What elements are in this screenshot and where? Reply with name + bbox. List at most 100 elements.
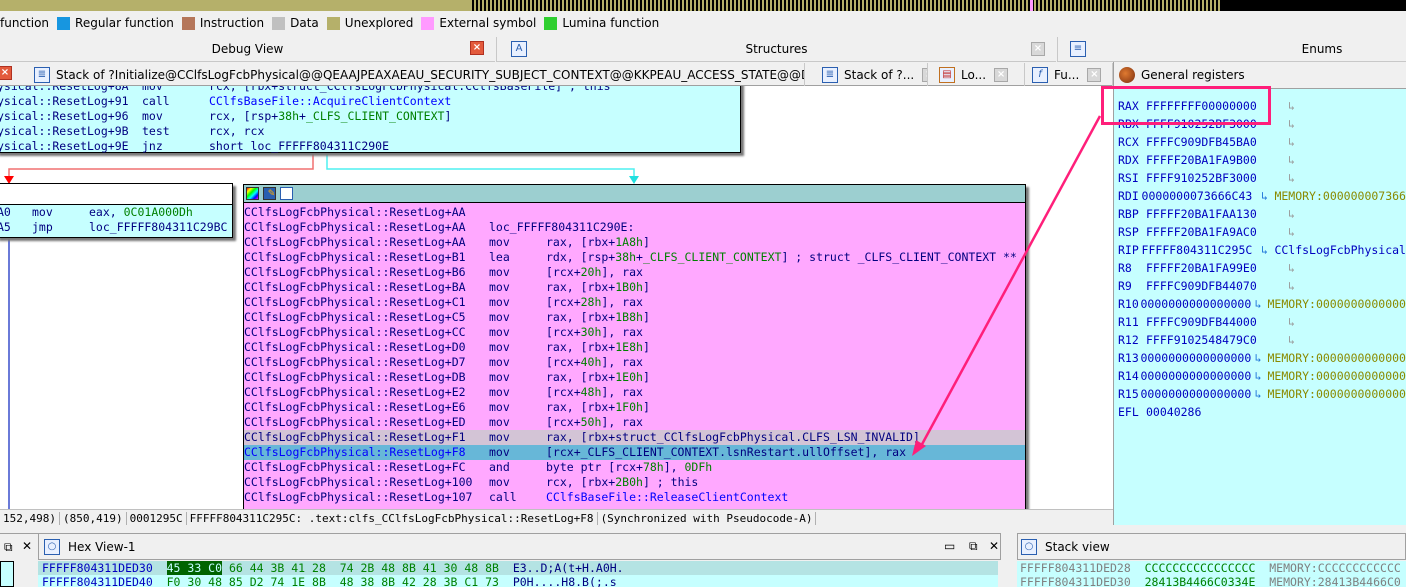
code-line[interactable]: CClfsLogFcbPhysical::ResetLog+CC mov [rcx+… xyxy=(244,325,1025,340)
register-value[interactable]: 0000000073666C43 xyxy=(1142,187,1261,205)
register-row[interactable]: RDX FFFFF20BA1FA9B00 ↳ xyxy=(1114,151,1406,169)
register-value[interactable]: FFFF9102548479C0 xyxy=(1146,331,1288,349)
register-value[interactable]: FFFFC909DFB45BA0 xyxy=(1146,133,1288,151)
restore-icon[interactable]: ⧉ xyxy=(969,539,978,554)
close-icon[interactable]: ✕ xyxy=(989,539,999,553)
register-row[interactable]: R13 0000000000000000 ↳ MEMORY:0000000000000 xyxy=(1114,349,1406,367)
code-block-acquire-context[interactable]: ysical::ResetLog+8A mov rcx, [rbx+struct_C… xyxy=(0,86,741,153)
close-tab-icon[interactable]: × xyxy=(1087,67,1102,82)
close-structures-icon[interactable]: × xyxy=(1031,42,1045,56)
code-line[interactable]: ysical::ResetLog+91 call CClfsBaseFile::Ac… xyxy=(0,94,740,109)
register-value[interactable]: FFFFF804311C295C xyxy=(1142,241,1261,259)
code-line[interactable]: ysical::ResetLog+8A mov rcx, [rbx+struct_C… xyxy=(0,86,740,94)
register-value[interactable]: 0000000000000000 xyxy=(1141,295,1255,313)
register-jump-arrow-icon[interactable]: ↳ xyxy=(1288,331,1304,349)
code-line[interactable]: CClfsLogFcbPhysical::ResetLog+E2 mov [rcx+… xyxy=(244,385,1025,400)
register-value[interactable]: 0000000000000000 xyxy=(1141,367,1255,385)
code-line[interactable]: CClfsLogFcbPhysical::ResetLog+DB mov rax, … xyxy=(244,370,1025,385)
register-row[interactable]: EFL 00040286 xyxy=(1114,403,1406,421)
restore-icon[interactable]: ⧉ xyxy=(4,540,13,555)
tab-locals[interactable]: ▤ Lo... × xyxy=(935,63,1025,86)
code-line[interactable]: CClfsLogFcbPhysical::ResetLog+B1 lea rdx, … xyxy=(244,250,1025,265)
register-row[interactable]: RSI FFFF910252BF3000 ↳ xyxy=(1114,169,1406,187)
register-jump-arrow-icon[interactable]: ↳ xyxy=(1288,115,1304,133)
register-value[interactable]: FFFFF20BA1FAA130 xyxy=(1146,205,1288,223)
code-line[interactable]: CClfsLogFcbPhysical::ResetLog+C1 mov [rcx+… xyxy=(244,295,1025,310)
register-value[interactable]: 0000000000000000 xyxy=(1141,349,1255,367)
register-value[interactable]: FFFFF20BA1FA9B00 xyxy=(1146,151,1288,169)
code-line[interactable]: A0 mov eax, 0C01A000Dh xyxy=(0,205,232,220)
register-jump-arrow-icon[interactable]: ↳ xyxy=(1255,295,1268,313)
register-row[interactable]: R14 0000000000000000 ↳ MEMORY:0000000000000 xyxy=(1114,367,1406,385)
maximize-icon[interactable]: ▭ xyxy=(944,539,955,553)
close-debug-view-icon[interactable]: × xyxy=(470,41,484,55)
close-tab-icon[interactable]: × xyxy=(994,67,1009,82)
register-jump-arrow-icon[interactable]: ↳ xyxy=(1288,259,1304,277)
register-value[interactable]: FFFFC909DFB44070 xyxy=(1146,277,1288,295)
register-jump-arrow-icon[interactable]: ↳ xyxy=(1288,133,1304,151)
stack-row[interactable]: FFFFF804311DED28 CCCCCCCCCCCCCCCC MEMORY… xyxy=(1017,561,1406,575)
code-line[interactable]: CClfsLogFcbPhysical::ResetLog+AA loc_FFFF… xyxy=(244,220,1025,235)
close-tab-icon[interactable]: × xyxy=(922,67,927,82)
register-value[interactable]: 0000000000000000 xyxy=(1141,385,1255,403)
hex-view-titlebar[interactable]: ○ Hex View-1 ▭ ⧉ ✕ xyxy=(38,533,1001,560)
hex-row[interactable]: FFFFF804311DED30 45 33 C0 66 44 3B 41 28… xyxy=(38,561,998,575)
general-registers-panel[interactable]: RAX FFFFFFFF00000000 ↳ RBX FFFF910252BF3000 ↳… xyxy=(1113,88,1406,525)
tab-stack-of[interactable]: ≣ Stack of ?... × xyxy=(818,63,928,86)
tab-structures[interactable]: A Structures × xyxy=(496,37,1056,62)
stack-view-content[interactable]: FFFFF804311DED28 CCCCCCCCCCCCCCCC MEMORY… xyxy=(1017,561,1406,587)
register-row[interactable]: R12 FFFF9102548479C0 ↳ xyxy=(1114,331,1406,349)
register-jump-arrow-icon[interactable]: ↳ xyxy=(1288,313,1304,331)
code-line[interactable]: CClfsLogFcbPhysical::ResetLog+D0 mov rax, … xyxy=(244,340,1025,355)
code-line[interactable]: CClfsLogFcbPhysical::ResetLog+AA xyxy=(244,205,1025,220)
code-line[interactable]: CClfsLogFcbPhysical::ResetLog+100 mov rcx,… xyxy=(244,475,1025,490)
register-value[interactable]: FFFFF20BA1FA99E0 xyxy=(1146,259,1288,277)
code-line[interactable]: ysical::ResetLog+9B test rcx, rcx xyxy=(0,124,740,139)
code-line[interactable]: CClfsLogFcbPhysical::ResetLog+F1 mov rax, … xyxy=(244,430,1025,445)
code-line[interactable]: CClfsLogFcbPhysical::ResetLog+C5 mov rax, … xyxy=(244,310,1025,325)
tab-enums[interactable]: ≡ Enums xyxy=(1057,37,1406,62)
code-line[interactable]: CClfsLogFcbPhysical::ResetLog+BA mov rax, … xyxy=(244,280,1025,295)
register-jump-arrow-icon[interactable]: ↳ xyxy=(1255,367,1268,385)
register-row[interactable]: RBP FFFFF20BA1FAA130 ↳ xyxy=(1114,205,1406,223)
disassembly-graph-view[interactable]: ysical::ResetLog+8A mov rcx, [rbx+struct_C… xyxy=(0,86,1113,510)
register-jump-arrow-icon[interactable]: ↳ xyxy=(1288,223,1304,241)
code-line[interactable]: CClfsLogFcbPhysical::ResetLog+107 call CCl… xyxy=(244,490,1025,505)
register-value[interactable]: FFFFC909DFB44000 xyxy=(1146,313,1288,331)
register-row[interactable]: R11 FFFFC909DFB44000 ↳ xyxy=(1114,313,1406,331)
code-line[interactable]: ysical::ResetLog+9E jnz short loc_FFFFF804… xyxy=(0,139,740,154)
edit-pencil-icon[interactable]: ✎ xyxy=(263,186,276,200)
graph-overview-icon[interactable] xyxy=(280,187,293,200)
register-value[interactable]: FFFFF20BA1FA9AC0 xyxy=(1146,223,1288,241)
register-row[interactable]: RSP FFFFF20BA1FA9AC0 ↳ xyxy=(1114,223,1406,241)
register-jump-arrow-icon[interactable]: ↳ xyxy=(1288,205,1304,223)
register-value[interactable]: 00040286 xyxy=(1146,403,1288,421)
register-jump-arrow-icon[interactable]: ↳ xyxy=(1261,241,1274,259)
hex-view-scrollbar[interactable] xyxy=(998,561,1014,587)
code-line[interactable]: CClfsLogFcbPhysical::ResetLog+ED mov [rcx+… xyxy=(244,415,1025,430)
register-value[interactable]: FFFF910252BF3000 xyxy=(1146,169,1288,187)
color-palette-icon[interactable] xyxy=(246,187,259,200)
register-row[interactable]: R8 FFFFF20BA1FA99E0 ↳ xyxy=(1114,259,1406,277)
code-line[interactable]: CClfsLogFcbPhysical::ResetLog+F8 mov [rcx+… xyxy=(244,445,1025,460)
tab-functions[interactable]: f Fu... × xyxy=(1028,63,1113,86)
tab-stack-of-initialize[interactable]: ≣ Stack of ?Initialize@CClfsLogFcbPhysic… xyxy=(30,63,805,86)
register-row[interactable]: R15 0000000000000000 ↳ MEMORY:0000000000000 xyxy=(1114,385,1406,403)
register-row[interactable]: RIP FFFFF804311C295C ↳ CClfsLogFcbPhysical xyxy=(1114,241,1406,259)
register-jump-arrow-icon[interactable]: ↳ xyxy=(1288,169,1304,187)
stack-row[interactable]: FFFFF804311DED30 28413B4466C0334E MEMORY… xyxy=(1017,575,1406,587)
code-line[interactable]: CClfsLogFcbPhysical::ResetLog+D7 mov [rcx+… xyxy=(244,355,1025,370)
code-line[interactable]: ysical::ResetLog+96 mov rcx, [rsp+38h+_CLF… xyxy=(0,109,740,124)
register-jump-arrow-icon[interactable]: ↳ xyxy=(1261,187,1274,205)
register-jump-arrow-icon[interactable]: ↳ xyxy=(1288,277,1304,295)
hex-row[interactable]: FFFFF804311DED40 F0 30 48 85 D2 74 1E 8B… xyxy=(38,575,998,587)
close-icon[interactable]: ✕ xyxy=(22,539,32,553)
register-row[interactable]: RDI 0000000073666C43 ↳ MEMORY:000000007366 xyxy=(1114,187,1406,205)
code-block-reset-log[interactable]: ✎ CClfsLogFcbPhysical::ResetLog+AA CClfsL… xyxy=(243,184,1026,510)
register-jump-arrow-icon[interactable]: ↳ xyxy=(1255,385,1268,403)
code-block-error-return[interactable]: A0 mov eax, 0C01A000Dh A5 jmp loc_FFFFF804311… xyxy=(0,183,233,238)
navigation-band[interactable] xyxy=(0,0,1406,11)
code-line[interactable]: A5 jmp loc_FFFFF804311C29BC xyxy=(0,220,232,235)
register-jump-arrow-icon[interactable]: ↳ xyxy=(1288,151,1304,169)
stack-view-titlebar[interactable]: ○ Stack view xyxy=(1017,533,1406,560)
